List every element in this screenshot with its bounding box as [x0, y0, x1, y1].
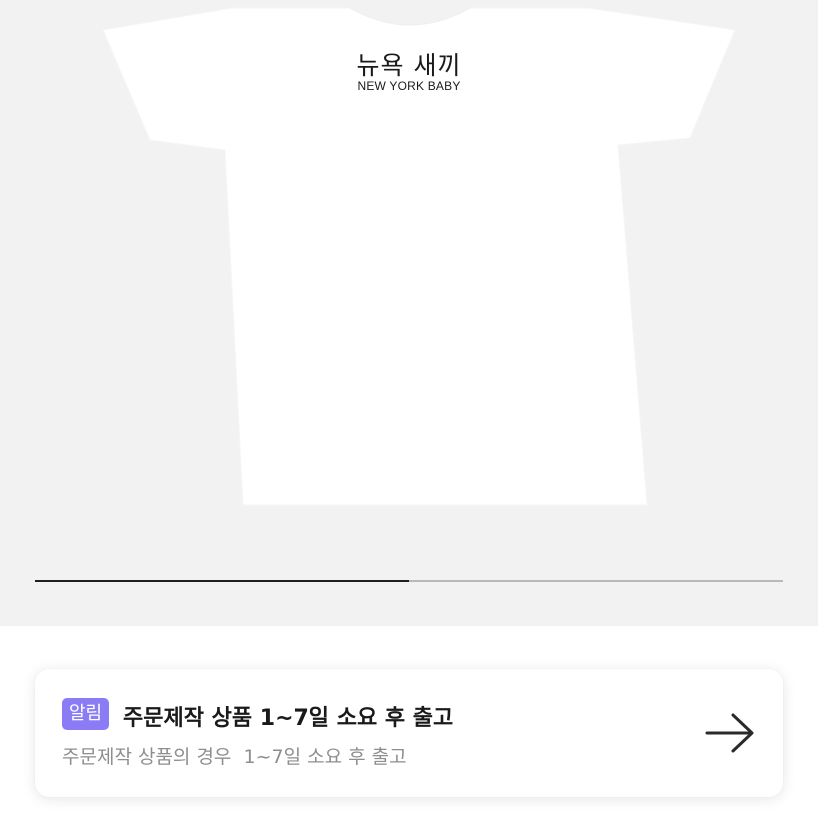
notice-title: 주문제작 상품 1~7일 소요 후 출고 — [123, 706, 454, 731]
arrow-right-icon[interactable] — [703, 709, 757, 757]
product-image-gallery[interactable]: 뉴욕 새끼 NEW YORK BABY — [0, 0, 818, 626]
gallery-progress-fill — [35, 580, 409, 582]
gallery-progress-bar — [35, 580, 783, 582]
product-page: 뉴욕 새끼 NEW YORK BABY 알림 주문제작 상품 1~7일 소요 후… — [0, 0, 818, 818]
shipping-notice-card[interactable]: 알림 주문제작 상품 1~7일 소요 후 출고 주문제작 상품의 경우 1~7일… — [35, 669, 783, 797]
tshirt-print-korean: 뉴욕 새끼 — [356, 51, 462, 80]
notice-badge: 알림 — [62, 698, 110, 730]
notice-subtitle: 주문제작 상품의 경우 1~7일 소요 후 출고 — [62, 746, 407, 768]
tshirt-print-english: NEW YORK BABY — [357, 79, 461, 93]
